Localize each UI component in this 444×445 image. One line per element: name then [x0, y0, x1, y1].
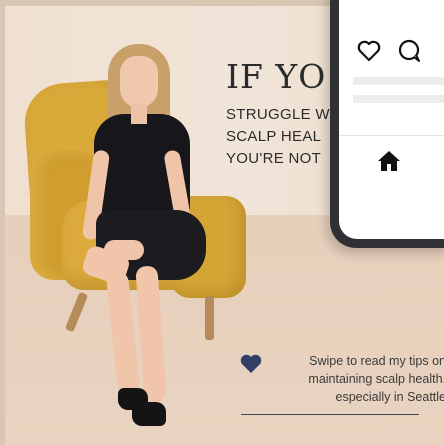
person-neck [131, 104, 147, 124]
phone-divider [339, 135, 444, 136]
swipe-caption-text: Swipe to read my tips on maintaining sca… [308, 354, 444, 404]
headline-line-1: STRUGGLE W [226, 106, 330, 123]
person-shoe-right [132, 402, 166, 426]
person-face [120, 56, 158, 108]
headline-line-2: SCALP HEAL [226, 128, 322, 145]
phone-action-row [357, 39, 421, 68]
comment-bubble-icon[interactable] [397, 39, 421, 68]
heart-outline-icon[interactable] [357, 40, 381, 67]
chair-leg [205, 296, 214, 340]
headline-large: IF YO [226, 57, 327, 96]
phone-screen [339, 0, 444, 239]
post-canvas: IF YO STRUGGLE W SCALP HEAL YOU'RE NOT S… [0, 0, 444, 445]
phone-mockup [330, 0, 444, 248]
placeholder-bar [353, 77, 444, 85]
headline-line-3: YOU'RE NOT [226, 150, 322, 167]
frame-edge-left [0, 0, 5, 445]
home-icon[interactable] [376, 149, 402, 178]
placeholder-bar [353, 95, 444, 103]
caption-underline [241, 414, 419, 415]
headline: IF YO STRUGGLE W SCALP HEAL YOU'RE NOT [226, 57, 346, 167]
heart-icon [240, 354, 262, 379]
